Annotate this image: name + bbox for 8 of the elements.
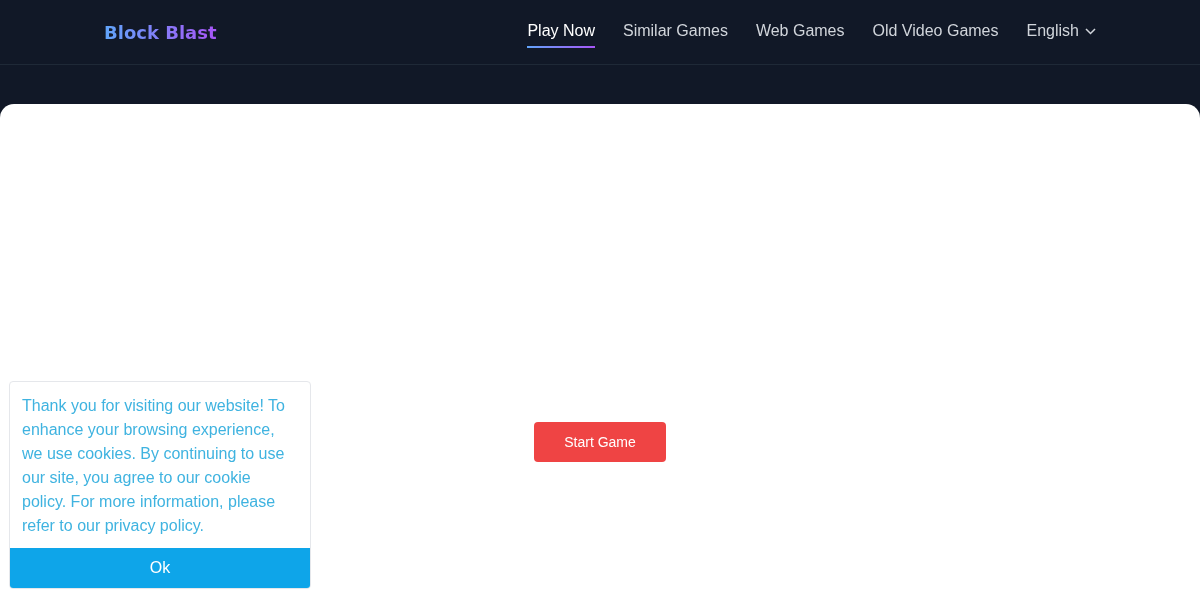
- cookie-message: Thank you for visiting our website! To enhance your browsing experience, we use cookies. By continuing to use our site, you agree to our cookie policy. For more information, please refer to our privacy policy.: [21, 396, 286, 536]
- nav-link[interactable]: Similar Games: [623, 16, 728, 48]
- nav-link[interactable]: Web Games: [755, 16, 845, 48]
- start-game-button[interactable]: Start Game: [534, 422, 666, 462]
- chevron-down-icon: [1085, 27, 1096, 35]
- language-dropdown[interactable]: English: [1026, 16, 1096, 48]
- nav-link[interactable]: Old Video Games: [872, 16, 999, 48]
- nav-link[interactable]: Play Now: [527, 16, 595, 48]
